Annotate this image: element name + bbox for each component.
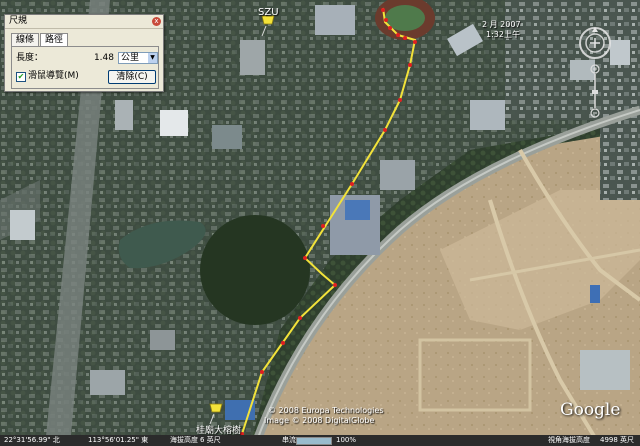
ruler-panel: 長度： 1.48 公里 ▼ ✔ 滑鼠導覽(M) 清除(C) (11, 46, 159, 89)
length-value: 1.48 (93, 53, 114, 63)
ruler-dialog: 尺規 x 線條 路徑 長度： 1.48 公里 ▼ ✔ 滑鼠導覽(M) 清除(C) (4, 14, 164, 92)
szu-label[interactable]: SZU (258, 7, 279, 18)
eye-altitude-label: 視角海拔高度 (548, 436, 590, 444)
stream-label: 串流 (282, 436, 296, 444)
elevation-value: 6 英尺 (200, 436, 221, 444)
clear-button[interactable]: 清除(C) (108, 70, 156, 84)
longitude-readout: 113°56'01.25" 東 (88, 436, 149, 444)
tab-line[interactable]: 線條 (11, 33, 40, 47)
ruler-tabs: 線條 路徑 (11, 33, 69, 47)
stream-progress (296, 437, 332, 445)
copyright-line-2: Image © 2008 DigitalGlobe (264, 416, 375, 425)
tab-path[interactable]: 路徑 (40, 33, 69, 47)
elevation-label: 海拔高度 (170, 436, 198, 444)
ruler-titlebar[interactable]: 尺規 x (5, 15, 163, 29)
capture-time: 1:32上午 (486, 30, 520, 39)
length-label: 長度： (16, 53, 44, 63)
stream-progress-fill (297, 438, 331, 444)
google-earth-view: SZU 桂廟大榕樹 2 月 2007 1:32上午 © 2008 Europa … (0, 0, 640, 446)
unit-value: 公里 (121, 53, 140, 63)
copyright-line-1: © 2008 Europa Technologies (268, 406, 384, 415)
unit-select[interactable]: 公里 ▼ (118, 52, 158, 64)
compass-icon[interactable] (578, 26, 612, 60)
stream-percent: 100% (336, 436, 357, 444)
ruler-title: 尺規 (9, 16, 28, 26)
mouse-nav-checkbox[interactable]: ✔ (16, 72, 26, 82)
mouse-nav-label[interactable]: 滑鼠導覽(M) (28, 70, 79, 83)
chevron-down-icon[interactable]: ▼ (148, 53, 157, 63)
close-icon[interactable]: x (152, 17, 161, 26)
google-logo: Google (560, 400, 621, 420)
zoom-slider[interactable] (590, 64, 600, 118)
latitude-readout: 22°31'56.99" 北 (4, 436, 60, 444)
eye-altitude-value: 4998 英尺 (600, 436, 635, 444)
status-bar: 22°31'56.99" 北 113°56'01.25" 東 海拔高度 6 英尺… (0, 435, 640, 446)
